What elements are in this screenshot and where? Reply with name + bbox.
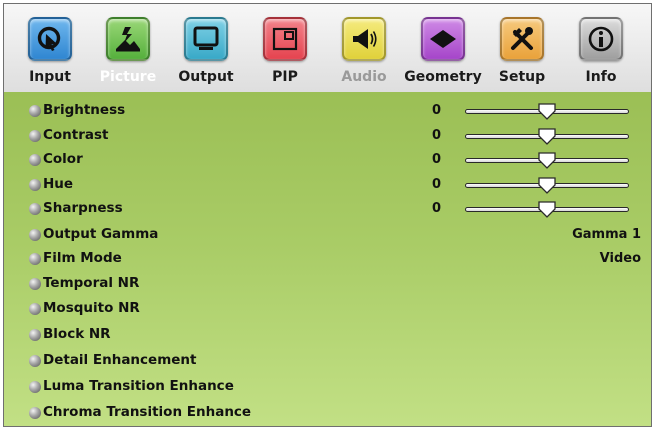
tab-pip[interactable]: PIP (245, 10, 325, 90)
menu-tab-bar: Input Picture Output PIP Audio Geometry … (4, 4, 651, 92)
bullet-icon (29, 329, 41, 341)
bullet-icon (29, 355, 41, 367)
bullet-icon (29, 130, 41, 142)
slider-thumb[interactable] (538, 103, 556, 120)
setting-label: Mosquito NR (43, 300, 140, 316)
setting-label: Output Gamma (43, 226, 159, 242)
input-icon (28, 17, 72, 61)
tab-label: PIP (272, 69, 298, 85)
setting-label: Luma Transition Enhance (43, 378, 234, 394)
sharpness-slider[interactable] (465, 201, 629, 219)
bullet-icon (29, 381, 41, 393)
slider-thumb[interactable] (538, 128, 556, 145)
setting-color[interactable]: Color 0 (4, 149, 651, 173)
setting-film-mode[interactable]: Film Mode Video (4, 248, 651, 272)
tab-label: Setup (498, 69, 546, 85)
color-slider[interactable] (465, 152, 629, 170)
setting-label: Hue (43, 176, 74, 192)
bullet-icon (29, 303, 41, 315)
setting-block-nr[interactable]: Block NR (4, 324, 651, 348)
setting-label: Detail Enhancement (43, 352, 197, 368)
setting-value: 0 (432, 201, 442, 216)
bullet-icon (29, 154, 41, 166)
setting-value: Gamma 1 (572, 227, 641, 242)
brightness-slider[interactable] (465, 103, 629, 121)
setting-label: Chroma Transition Enhance (43, 404, 252, 420)
bullet-icon (29, 229, 41, 241)
tab-output[interactable]: Output (166, 10, 246, 90)
setting-label: Brightness (43, 102, 126, 118)
slider-thumb[interactable] (538, 201, 556, 218)
bullet-icon (29, 179, 41, 191)
contrast-slider[interactable] (465, 128, 629, 146)
setting-label: Sharpness (43, 200, 123, 216)
slider-thumb[interactable] (538, 152, 556, 169)
setting-value: Video (599, 251, 641, 266)
bullet-icon (29, 407, 41, 419)
bullet-icon (29, 203, 41, 215)
bullet-icon (29, 253, 41, 265)
setting-value: 0 (432, 177, 442, 192)
tab-input[interactable]: Input (10, 10, 90, 90)
pip-icon (263, 17, 307, 61)
setting-output-gamma[interactable]: Output Gamma Gamma 1 (4, 224, 651, 248)
setting-label: Block NR (43, 326, 111, 342)
bullet-icon (29, 105, 41, 117)
tab-setup[interactable]: Setup (482, 10, 562, 90)
output-icon (184, 17, 228, 61)
setting-sharpness[interactable]: Sharpness 0 (4, 198, 651, 222)
tab-label: Picture (99, 69, 157, 85)
setup-icon (500, 17, 544, 61)
setting-contrast[interactable]: Contrast 0 (4, 125, 651, 149)
setting-hue[interactable]: Hue 0 (4, 174, 651, 198)
tab-geometry[interactable]: Geometry (403, 10, 483, 90)
setting-mosquito-nr[interactable]: Mosquito NR (4, 298, 651, 322)
osd-window: Input Picture Output PIP Audio Geometry … (3, 3, 652, 427)
bullet-icon (29, 278, 41, 290)
setting-temporal-nr[interactable]: Temporal NR (4, 273, 651, 297)
tab-picture[interactable]: Picture (88, 10, 168, 90)
tab-label: Geometry (404, 69, 482, 85)
setting-label: Contrast (43, 127, 109, 143)
tab-info[interactable]: Info (561, 10, 641, 90)
setting-luma-transition-enhance[interactable]: Luma Transition Enhance (4, 376, 651, 400)
setting-chroma-transition-enhance[interactable]: Chroma Transition Enhance (4, 402, 651, 426)
setting-value: 0 (432, 128, 442, 143)
tab-label: Input (29, 69, 71, 85)
tab-label: Info (585, 69, 617, 85)
tab-audio[interactable]: Audio (324, 10, 404, 90)
setting-label: Temporal NR (43, 275, 140, 291)
picture-icon (106, 17, 150, 61)
info-icon (579, 17, 623, 61)
setting-value: 0 (432, 152, 442, 167)
tab-label: Output (178, 69, 234, 85)
tab-label: Audio (341, 69, 387, 85)
geometry-icon (421, 17, 465, 61)
setting-label: Film Mode (43, 250, 122, 266)
setting-brightness[interactable]: Brightness 0 (4, 100, 651, 124)
slider-thumb[interactable] (538, 177, 556, 194)
audio-icon (342, 17, 386, 61)
setting-detail-enhancement[interactable]: Detail Enhancement (4, 350, 651, 374)
picture-settings-panel: Brightness 0 Contrast 0 Color 0 Hue 0 Sh… (4, 92, 651, 426)
setting-label: Color (43, 151, 83, 167)
hue-slider[interactable] (465, 177, 629, 195)
setting-value: 0 (432, 103, 442, 118)
